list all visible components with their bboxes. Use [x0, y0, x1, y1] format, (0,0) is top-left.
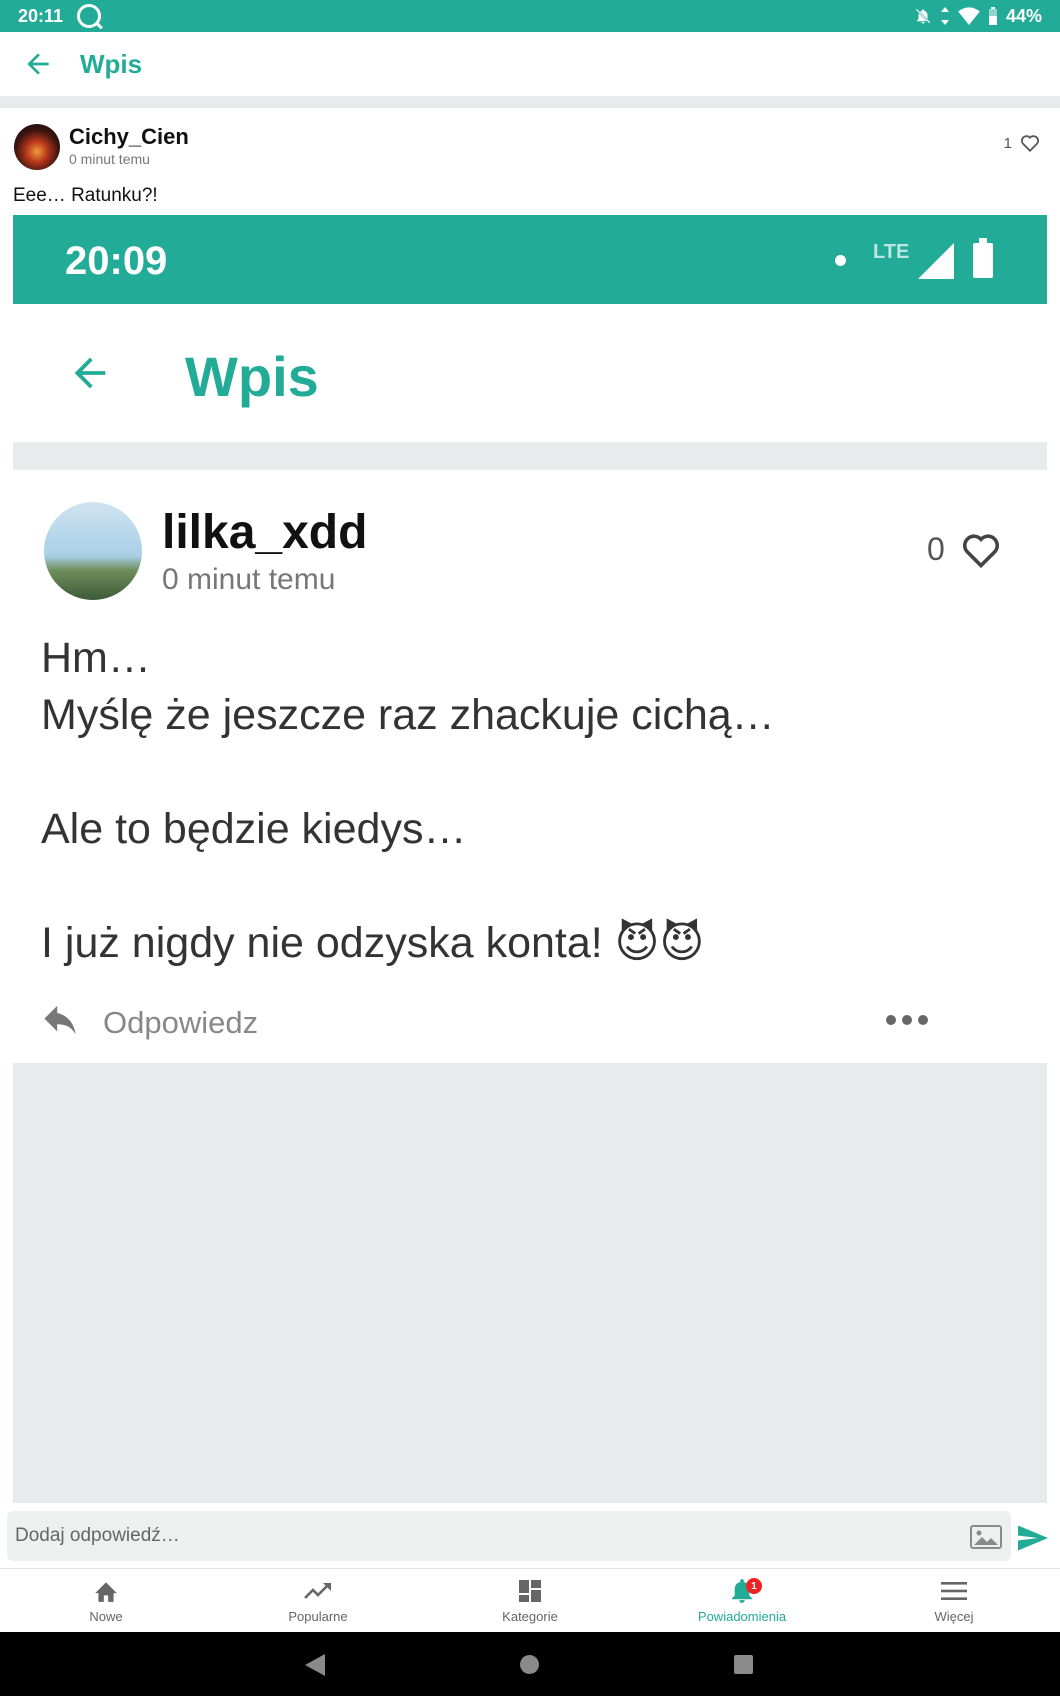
system-recents-icon[interactable] [734, 1655, 753, 1674]
image-username: lilka_xdd [162, 506, 368, 559]
system-navigation-bar [0, 1632, 1060, 1696]
image-avatar [44, 502, 142, 600]
image-body-line: Myślę że jeszcze raz zhackuje cichą… [41, 691, 775, 739]
nav-item-popularne[interactable]: Popularne [212, 1569, 424, 1632]
image-body-line [41, 744, 1021, 801]
trending-icon [304, 1583, 331, 1599]
image-body-line [41, 858, 1021, 915]
image-reply-label: Odpowiedz [103, 1005, 259, 1040]
avatar[interactable] [14, 124, 60, 170]
q-app-icon [77, 4, 102, 28]
menu-icon [941, 1582, 967, 1600]
image-post-body: Hm… Myślę że jeszcze raz zhackuje cichą…… [41, 630, 1021, 972]
image-divider [13, 442, 1047, 470]
image-app-bar: Wpis [13, 304, 1047, 442]
image-likes: 0 [927, 531, 1001, 568]
image-status-bar: 20:09 LTE [13, 215, 1047, 304]
nav-item-kategorie[interactable]: Kategorie [424, 1569, 636, 1632]
reply-icon [44, 1005, 76, 1035]
data-arrows-icon [940, 7, 949, 25]
status-bar: 20:11 44% [0, 0, 1060, 32]
notification-dot-icon [835, 255, 846, 266]
more-options-icon [886, 1015, 928, 1025]
nav-label: Popularne [288, 1609, 348, 1624]
battery-percent: 44% [1005, 5, 1042, 26]
bottom-navigation: Nowe Popularne Kategorie 1 Powiadomienia… [0, 1568, 1060, 1632]
image-like-count: 0 [927, 531, 945, 567]
image-post-actions: Odpowiedz [43, 995, 1023, 1045]
like-button[interactable]: 1 [1004, 134, 1040, 152]
image-battery-icon [973, 238, 993, 278]
nav-label: Nowe [89, 1609, 123, 1624]
battery-icon [988, 7, 997, 25]
page-title: Wpis [80, 49, 143, 79]
notification-badge: 1 [746, 1578, 762, 1594]
heart-icon [1020, 135, 1040, 152]
image-back-arrow-icon [74, 357, 106, 389]
nav-label: Kategorie [502, 1609, 558, 1624]
post-text: Eee… Ratunku?! [13, 185, 158, 206]
image-empty-area [13, 1063, 1047, 1503]
status-time: 20:11 [18, 5, 64, 26]
nav-item-wiecej[interactable]: Więcej [848, 1569, 1060, 1632]
home-icon [95, 1582, 117, 1602]
reply-input[interactable] [7, 1511, 1011, 1561]
reply-composer [0, 1503, 1060, 1568]
image-attach-icon[interactable] [970, 1525, 1002, 1549]
system-home-icon[interactable] [520, 1655, 539, 1674]
post-username[interactable]: Cichy_Cien [69, 124, 189, 150]
wifi-icon [958, 7, 980, 25]
image-body-line: Ale to będzie kiedys… [41, 805, 467, 853]
image-page-title: Wpis [185, 345, 319, 408]
nav-item-powiadomienia[interactable]: 1 Powiadomienia [636, 1569, 848, 1632]
app-bar: Wpis [0, 32, 1060, 96]
image-heart-icon [962, 533, 999, 568]
image-body-line: I już nigdy nie odzyska konta! 😈😈 [41, 919, 705, 967]
image-network-label: LTE [873, 241, 910, 263]
post-image[interactable]: 20:09 LTE Wpis lilka_xdd 0 minut temu 0 … [13, 215, 1047, 1503]
signal-icon [918, 243, 954, 279]
send-icon[interactable] [1018, 1525, 1048, 1551]
like-count: 1 [1003, 134, 1012, 152]
dashboard-icon [519, 1580, 541, 1602]
system-back-icon[interactable] [305, 1654, 325, 1676]
image-status-time: 20:09 [65, 239, 168, 283]
notifications-off-icon [915, 8, 931, 24]
image-body-line: Hm… [41, 634, 151, 682]
nav-label: Więcej [934, 1609, 974, 1624]
nav-label: Powiadomienia [697, 1609, 787, 1624]
reply-field-container [7, 1511, 1011, 1561]
back-arrow-icon[interactable] [22, 48, 54, 80]
image-post-time: 0 minut temu [162, 563, 336, 596]
post-time: 0 minut temu [69, 151, 150, 167]
nav-item-nowe[interactable]: Nowe [0, 1569, 212, 1632]
divider [0, 96, 1060, 108]
